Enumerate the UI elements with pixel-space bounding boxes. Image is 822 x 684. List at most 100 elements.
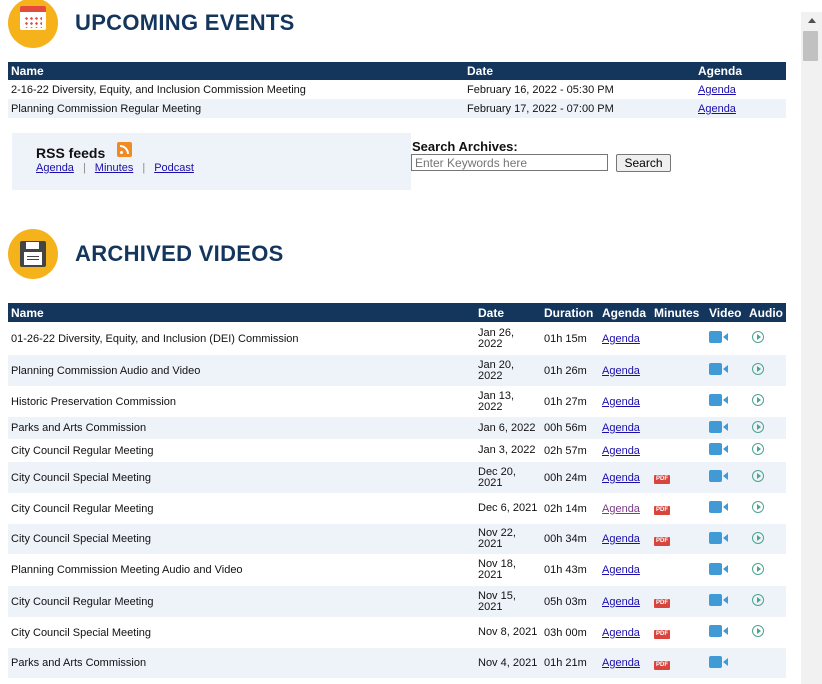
video-name: Planning Commission Audio and Video (8, 355, 475, 386)
col-agenda: Agenda (599, 303, 651, 322)
video-name: City Council Regular Meeting (11, 502, 154, 515)
audio-play-icon[interactable] (752, 394, 764, 406)
video-cell (706, 493, 746, 524)
rss-minutes-link[interactable]: Minutes (95, 162, 134, 174)
upcoming-events-title: UPCOMING EVENTS (75, 10, 295, 35)
agenda-link[interactable]: Agenda (602, 445, 640, 457)
video-duration: 01h 43m (544, 564, 587, 576)
table-row: City Council Regular Meeting Jan 3, 2022 0… (8, 439, 786, 462)
agenda-cell: Agenda (599, 417, 651, 439)
video-name: Planning Commission Meeting Audio and Vi… (11, 564, 243, 576)
video-duration: 01h 15m (544, 332, 587, 345)
audio-play-icon[interactable] (752, 562, 764, 575)
rss-links: Agenda | Minutes | Podcast (36, 162, 194, 174)
pdf-icon[interactable]: PDF (654, 660, 670, 670)
table-row: City Council Special Meeting Nov 8, 2021 0… (8, 617, 786, 648)
video-duration: 00h 24m (541, 462, 599, 493)
video-date: Jan 20, 2022 (475, 355, 541, 386)
video-camera-icon[interactable] (709, 594, 728, 606)
video-camera-icon[interactable] (709, 625, 728, 637)
scroll-up-arrow-icon[interactable] (801, 12, 822, 29)
video-camera-icon[interactable] (709, 331, 728, 343)
page: UPCOMING EVENTS Name Date Agenda 2-16-22… (0, 0, 800, 684)
agenda-cell: Agenda (599, 462, 651, 493)
archived-videos-table: Name Date Duration Agenda Minutes Video … (8, 303, 786, 684)
audio-play-icon[interactable] (752, 470, 764, 482)
audio-play-icon[interactable] (752, 363, 764, 375)
rss-feeds-box: RSS feeds Agenda | Minutes | Podcast (12, 133, 411, 190)
video-name: City Council Regular Meeting (8, 586, 475, 617)
video-cell (706, 355, 746, 386)
calendar-icon (8, 0, 58, 48)
minutes-cell: PDF (651, 586, 706, 617)
scroll-thumb[interactable] (803, 31, 818, 61)
video-date: Nov 15, 2021 (475, 586, 541, 617)
rss-icon[interactable] (117, 142, 132, 157)
agenda-link[interactable]: Agenda (602, 472, 640, 484)
video-camera-icon[interactable] (709, 420, 728, 433)
pdf-icon[interactable]: PDF (654, 630, 670, 639)
pdf-icon[interactable]: PDF (654, 536, 670, 546)
pdf-icon[interactable]: PDF (654, 599, 670, 608)
audio-play-icon[interactable] (752, 443, 764, 455)
rss-podcast-link[interactable]: Podcast (154, 162, 194, 174)
video-camera-icon[interactable] (709, 562, 728, 575)
agenda-link[interactable]: Agenda (602, 657, 640, 669)
agenda-cell: Agenda (599, 586, 651, 617)
agenda-link[interactable]: Agenda (602, 503, 640, 515)
video-name: Parks and Arts Commission (8, 417, 475, 439)
video-camera-icon[interactable] (709, 363, 728, 375)
minutes-cell (651, 355, 706, 386)
agenda-link[interactable]: Agenda (602, 422, 640, 434)
video-camera-icon[interactable] (709, 470, 728, 482)
video-date: Nov 8, 2021 (478, 626, 538, 638)
search-input[interactable] (411, 154, 608, 171)
audio-play-icon[interactable] (752, 625, 764, 637)
col-audio: Audio (746, 303, 786, 322)
vertical-scrollbar[interactable] (801, 12, 822, 684)
video-camera-icon[interactable] (709, 394, 728, 406)
agenda-link[interactable]: Agenda (602, 333, 640, 345)
floppy-disk-icon (8, 229, 58, 279)
table-row: Nov 1, (8, 678, 786, 684)
audio-play-icon[interactable] (752, 531, 764, 544)
agenda-link[interactable]: Agenda (602, 564, 640, 576)
pdf-icon[interactable]: PDF (654, 506, 670, 515)
pdf-icon[interactable]: PDF (654, 475, 670, 484)
video-duration: 02h 14m (544, 502, 587, 515)
video-date: Dec 6, 2021 (478, 502, 538, 514)
col-name: Name (8, 62, 464, 80)
audio-play-icon[interactable] (752, 420, 764, 433)
audio-cell (746, 386, 786, 417)
video-cell (706, 648, 746, 678)
table-row: 01-26-22 Diversity, Equity, and Inclusio… (8, 322, 786, 355)
video-cell (706, 462, 746, 493)
agenda-link[interactable]: Agenda (602, 396, 640, 408)
agenda-link[interactable]: Agenda (602, 365, 640, 377)
audio-play-icon[interactable] (752, 331, 764, 343)
table-row: Parks and Arts Commission Nov 4, 2021 01h … (8, 648, 786, 678)
agenda-link[interactable]: Agenda (602, 596, 640, 608)
video-duration: 00h 56m (541, 417, 599, 439)
agenda-link[interactable]: Agenda (698, 84, 736, 96)
video-camera-icon[interactable] (709, 501, 728, 513)
audio-play-icon[interactable] (752, 594, 764, 606)
video-camera-icon[interactable] (709, 531, 728, 544)
audio-play-icon[interactable] (752, 501, 764, 513)
agenda-link[interactable]: Agenda (602, 533, 640, 545)
audio-cell (746, 417, 786, 439)
table-row: City Council Regular Meeting Nov 15, 2021… (8, 586, 786, 617)
event-date: February 17, 2022 - 07:00 PM (464, 99, 695, 118)
agenda-link[interactable]: Agenda (698, 103, 736, 115)
video-cell (706, 586, 746, 617)
audio-cell (746, 493, 786, 524)
video-camera-icon[interactable] (709, 443, 728, 455)
agenda-link[interactable]: Agenda (602, 627, 640, 639)
video-camera-icon[interactable] (709, 655, 728, 668)
agenda-cell: Agenda (599, 439, 651, 462)
rss-agenda-link[interactable]: Agenda (36, 162, 74, 174)
search-button[interactable]: Search (616, 154, 671, 172)
table-row: Historic Preservation Commission Jan 13, … (8, 386, 786, 417)
minutes-cell: PDF (651, 462, 706, 493)
event-name: 2-16-22 Diversity, Equity, and Inclusion… (11, 83, 306, 96)
